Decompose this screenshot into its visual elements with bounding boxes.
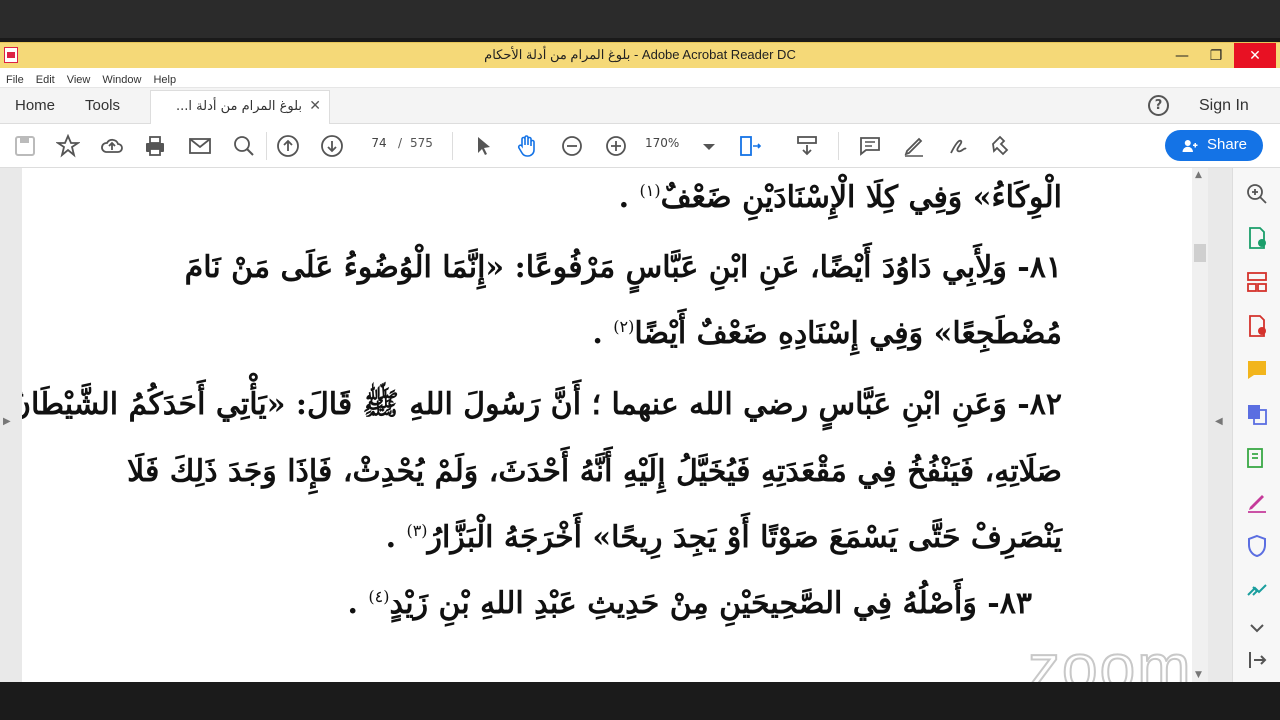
upload-icon[interactable] — [100, 134, 124, 158]
page-number-input[interactable]: 74 — [366, 136, 392, 150]
page-down-icon[interactable] — [320, 134, 344, 158]
pdf-page: الْوِكَاءُ» وَفِي كِلَا الْإِسْنَادَيْنِ… — [22, 168, 1192, 682]
menu-view[interactable]: View — [61, 71, 97, 86]
star-icon[interactable] — [55, 133, 81, 158]
add-user-icon — [1182, 140, 1198, 152]
left-pane-toggle-icon[interactable]: ▶ — [3, 416, 11, 427]
fit-icon[interactable] — [738, 134, 762, 158]
zoom-search-icon[interactable] — [1245, 182, 1269, 206]
video-bottom-letterbox — [0, 682, 1280, 720]
sign-icon[interactable] — [946, 134, 970, 158]
text-line: صَلَاتِهِ، فَيَنْفُخُ فِي مَقْعَدَتِهِ ف… — [127, 454, 1062, 489]
menu-help[interactable]: Help — [147, 71, 182, 86]
help-icon[interactable]: ? — [1148, 95, 1169, 116]
page-total: 575 — [410, 136, 433, 150]
menu-window[interactable]: Window — [96, 71, 147, 86]
document-tab-label: بلوغ المرام من أدلة ا... — [176, 99, 303, 114]
toolbar-divider — [452, 132, 453, 160]
text-line: يَنْصَرِفْ حَتَّى يَسْمَعَ صَوْتًا أَوْ … — [385, 520, 1062, 555]
tab-home[interactable]: Home — [15, 97, 55, 114]
document-area: ▶ الْوِكَاءُ» وَفِي كِلَا الْإِسْنَادَيْ… — [0, 168, 1280, 704]
text-line: ٨٣- وَأَصْلُهُ فِي الصَّحِيحَيْنِ مِنْ ح… — [347, 586, 1032, 621]
toolbar-divider — [266, 132, 267, 160]
fill-sign-icon[interactable] — [1245, 490, 1269, 514]
video-top-letterbox — [0, 0, 1280, 38]
text-line: ٨١- وَلِأَبِي دَاوُدَ أَيْضًا، عَنِ ابْن… — [184, 250, 1062, 285]
create-pdf-icon[interactable] — [1245, 314, 1269, 338]
tools-icon[interactable] — [990, 134, 1014, 158]
chevron-down-icon[interactable] — [697, 134, 715, 158]
comment-panel-icon[interactable] — [1245, 358, 1269, 382]
tab-document[interactable]: بلوغ المرام من أدلة ا... ✕ — [150, 90, 330, 124]
sign-in-button[interactable]: Sign In — [1199, 97, 1249, 115]
export-pdf-icon[interactable] — [1245, 226, 1269, 250]
zoom-in-icon[interactable] — [604, 134, 628, 158]
highlight-icon[interactable] — [902, 134, 926, 158]
hand-icon[interactable] — [515, 134, 539, 158]
collapse-pane-icon[interactable] — [1245, 648, 1269, 672]
page-separator: / — [398, 136, 403, 150]
tab-bar: Home Tools بلوغ المرام من أدلة ا... ✕ ? … — [0, 88, 1280, 124]
maximize-button[interactable]: ❐ — [1199, 43, 1233, 69]
share-label: Share — [1207, 136, 1248, 153]
scroll-down-icon[interactable]: ▼ — [1195, 670, 1202, 680]
acrobat-window: بلوغ المرام من أدلة الأحكام - Adobe Acro… — [0, 42, 1280, 704]
toolbar-divider — [838, 132, 839, 160]
close-tab-icon[interactable]: ✕ — [309, 98, 321, 114]
menu-file[interactable]: File — [0, 71, 30, 86]
tools-pane — [1232, 168, 1280, 682]
tab-tools[interactable]: Tools — [85, 97, 120, 114]
minimize-button[interactable]: — — [1165, 43, 1199, 69]
scroll-up-icon[interactable]: ▲ — [1195, 170, 1202, 180]
right-pane-toggle-icon[interactable]: ◀ — [1215, 416, 1223, 427]
print-icon[interactable] — [143, 134, 167, 158]
protect-icon[interactable] — [1245, 534, 1269, 558]
organize-pages-icon[interactable] — [1245, 270, 1269, 294]
title-bar: بلوغ المرام من أدلة الأحكام - Adobe Acro… — [0, 42, 1280, 69]
search-icon[interactable] — [232, 134, 256, 158]
scroll-icon[interactable] — [795, 134, 819, 158]
combine-files-icon[interactable] — [1245, 402, 1269, 426]
edit-pdf-icon[interactable] — [1245, 446, 1269, 470]
share-button[interactable]: Share — [1165, 130, 1263, 161]
text-line: مُضْطَجِعًا» وَفِي إِسْنَادِهِ ضَعْفٌ أَ… — [592, 316, 1062, 351]
close-button[interactable]: ✕ — [1234, 43, 1276, 69]
toolbar: 74 / 575 170% Share — [0, 124, 1280, 168]
zoom-level-select[interactable]: 170% — [645, 136, 679, 150]
scrollbar-thumb[interactable] — [1194, 244, 1206, 262]
text-line: ٨٢- وَعَنِ ابْنِ عَبَّاسٍ رضي الله عنهما… — [22, 387, 1062, 422]
comment-icon[interactable] — [858, 134, 882, 158]
chevron-down-icon[interactable] — [1245, 616, 1269, 633]
text-line: الْوِكَاءُ» وَفِي كِلَا الْإِسْنَادَيْنِ… — [618, 180, 1062, 215]
select-icon[interactable] — [472, 134, 496, 158]
more-tools-icon[interactable] — [1245, 578, 1269, 602]
window-title: بلوغ المرام من أدلة الأحكام - Adobe Acro… — [484, 47, 796, 62]
zoom-out-icon[interactable] — [560, 134, 584, 158]
vertical-scrollbar[interactable]: ▲ ▼ — [1192, 168, 1208, 682]
mail-icon[interactable] — [188, 134, 212, 158]
page-up-icon[interactable] — [276, 134, 300, 158]
save-icon[interactable] — [13, 134, 37, 158]
menu-edit[interactable]: Edit — [30, 71, 61, 86]
menu-bar: File Edit View Window Help — [0, 68, 1280, 88]
